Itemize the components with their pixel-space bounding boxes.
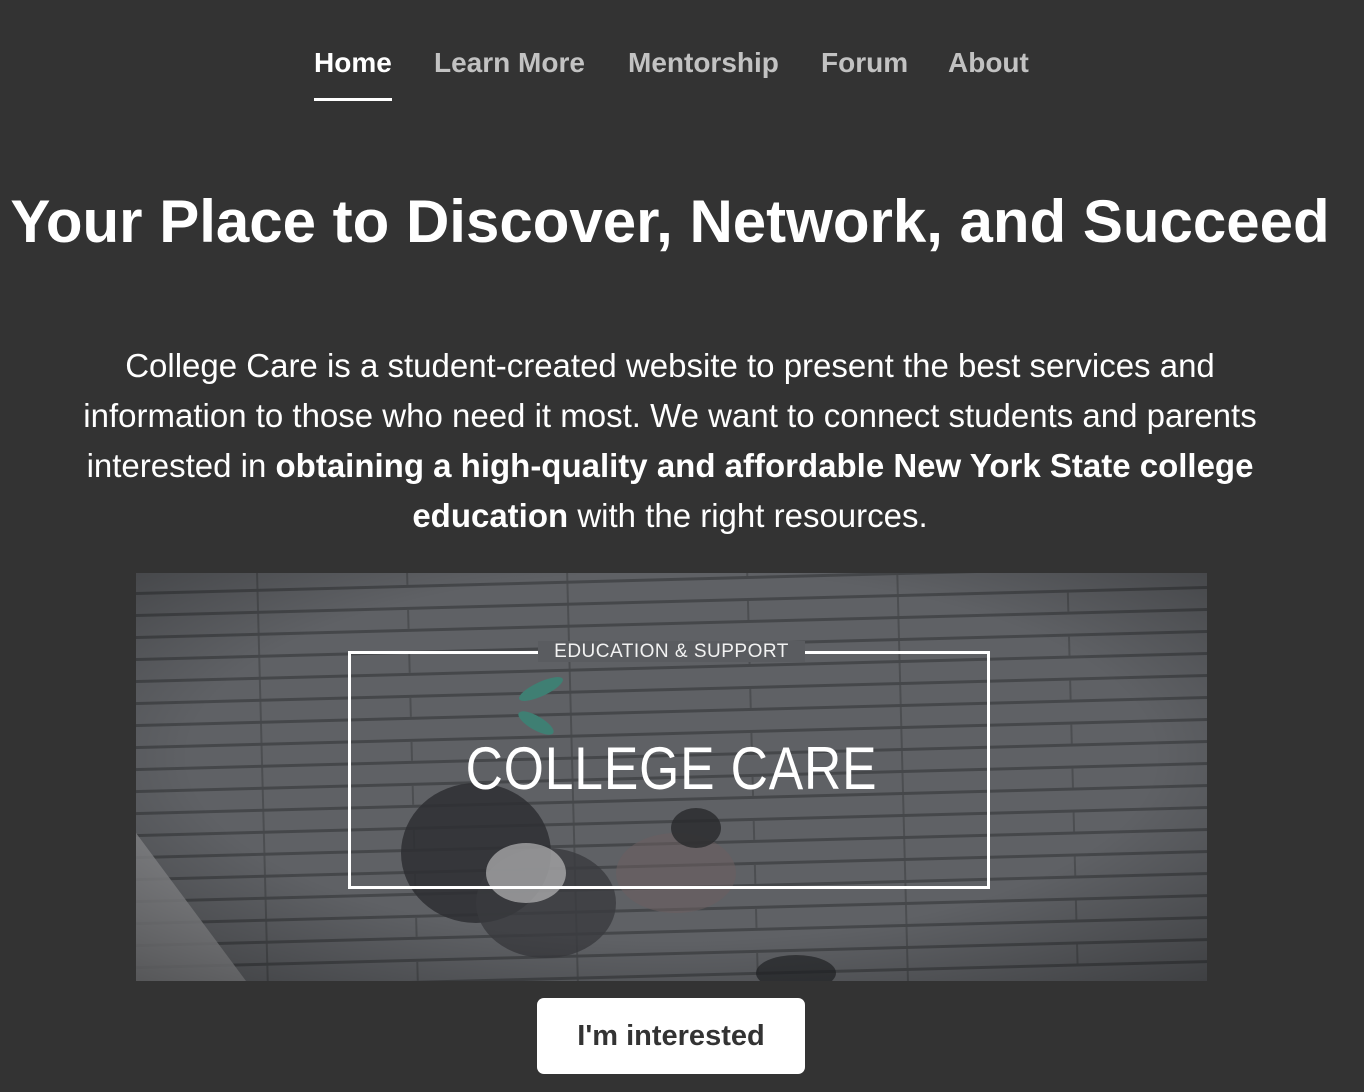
intro-paragraph: College Care is a student-created websit… [60, 341, 1280, 541]
page-headline: Your Place to Discover, Network, and Suc… [10, 188, 1330, 255]
nav-item-mentorship[interactable]: Mentorship [628, 44, 779, 82]
intro-text-end: with the right resources. [568, 497, 928, 534]
nav-item-about[interactable]: About [948, 44, 1029, 82]
interested-button[interactable]: I'm interested [537, 998, 805, 1074]
nav-item-forum[interactable]: Forum [821, 44, 908, 82]
nav-item-learn-more[interactable]: Learn More [434, 44, 585, 82]
banner-title: COLLEGE CARE [465, 735, 878, 802]
page: Home Learn More Mentorship Forum About Y… [0, 0, 1364, 1092]
main-nav: Home Learn More Mentorship Forum About [0, 44, 1364, 104]
banner-tagline: EDUCATION & SUPPORT [136, 641, 1207, 663]
hero-banner-image: EDUCATION & SUPPORT COLLEGE CARE [136, 573, 1207, 981]
nav-item-home[interactable]: Home [314, 44, 392, 101]
banner-tagline-text: EDUCATION & SUPPORT [538, 641, 805, 662]
